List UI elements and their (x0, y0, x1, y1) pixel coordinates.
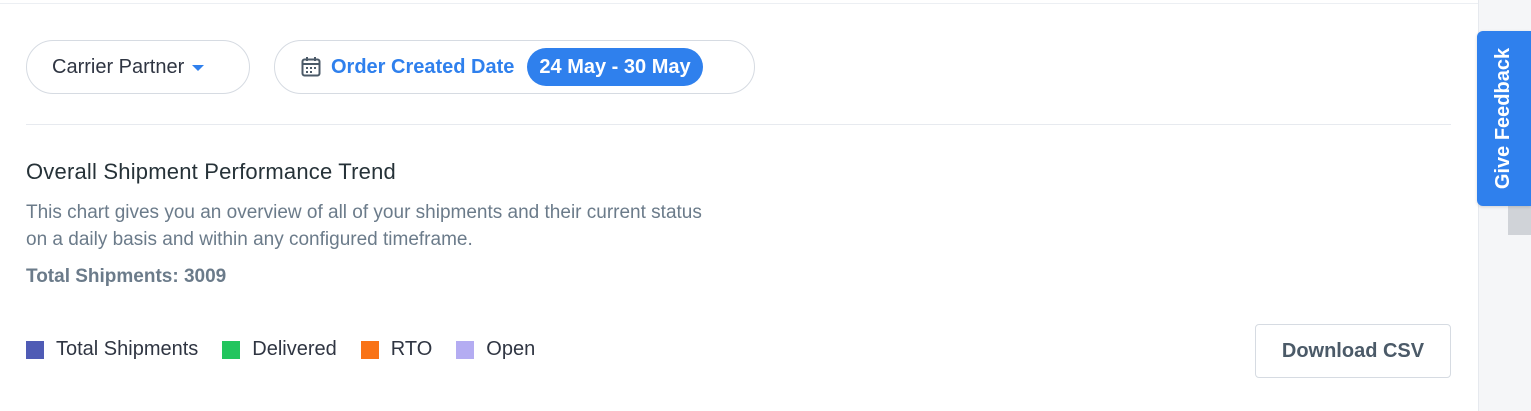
section-description: This chart gives you an overview of all … (26, 202, 702, 250)
legend-label-total-shipments: Total Shipments (56, 338, 199, 360)
carrier-partner-label: Carrier Partner (52, 55, 185, 78)
legend-label-open: Open (486, 338, 536, 360)
legend-item-open[interactable]: Open (456, 338, 535, 361)
date-range-badge[interactable]: 24 May - 30 May (527, 48, 703, 86)
legend-swatch-rto (360, 340, 379, 359)
filter-bar: Carrier Partner Order Created Date 24 Ma… (26, 40, 755, 94)
legend-swatch-open (456, 340, 475, 359)
legend-item-total-shipments[interactable]: Total Shipments (26, 338, 198, 361)
chevron-down-icon (192, 65, 205, 71)
legend-swatch-delivered (222, 340, 241, 359)
carrier-partner-dropdown[interactable]: Carrier Partner (26, 40, 250, 94)
legend-item-rto[interactable]: RTO (360, 338, 433, 361)
section-title: Overall Shipment Performance Trend (26, 159, 396, 184)
calendar-icon (301, 57, 321, 77)
legend-swatch-total-shipments (26, 340, 44, 359)
give-feedback-label: Give Feedback (1492, 47, 1515, 190)
order-date-filter[interactable]: Order Created Date 24 May - 30 May (274, 40, 755, 94)
analytics-page: Carrier Partner Order Created Date 24 Ma… (0, 0, 1531, 411)
give-feedback-tab[interactable]: Give Feedback (1477, 31, 1531, 206)
section-divider (26, 124, 1451, 125)
total-shipments: Total Shipments: 3009 (26, 266, 227, 287)
legend-label-rto: RTO (390, 338, 433, 360)
legend-label-delivered: Delivered (252, 338, 337, 360)
chart-legend: Total Shipments Delivered RTO Open (26, 338, 535, 361)
order-date-label: Order Created Date (331, 55, 515, 78)
legend-item-delivered[interactable]: Delivered (222, 338, 337, 361)
top-border (0, 3, 1478, 4)
download-csv-button[interactable]: Download CSV (1255, 324, 1451, 378)
